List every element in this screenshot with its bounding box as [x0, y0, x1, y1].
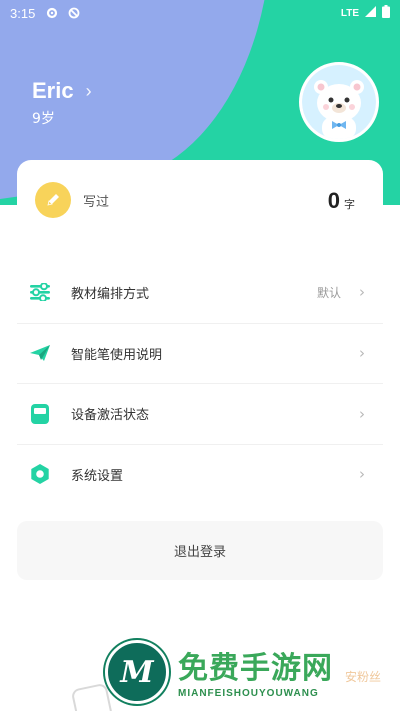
chevron-right-icon: ›: [359, 465, 365, 484]
chevron-right-icon: ›: [359, 344, 365, 363]
sync-icon: [67, 6, 81, 20]
sliders-icon: [29, 281, 51, 303]
status-bar: 3:15 LTE: [0, 0, 400, 26]
word-count-value: 0: [327, 188, 340, 213]
gear-icon: [29, 463, 51, 485]
watermark-logo-letter: M: [120, 654, 154, 690]
menu-item-pen-guide[interactable]: 智能笔使用说明 ›: [17, 322, 383, 384]
device-icon: [29, 403, 51, 425]
word-count: 0 字: [328, 188, 355, 214]
battery-icon: [382, 5, 390, 21]
chevron-right-icon: ›: [359, 283, 365, 302]
polar-bear-avatar-icon: [302, 65, 376, 139]
stats-label: 写过: [83, 194, 110, 210]
logout-button[interactable]: 退出登录: [17, 521, 383, 580]
word-count-unit: 字: [344, 198, 355, 211]
user-age: 9岁: [32, 111, 55, 127]
chevron-right-icon: ›: [359, 404, 365, 423]
chevron-right-icon: ›: [85, 80, 92, 101]
avatar[interactable]: [299, 62, 379, 142]
watermark-logo: M: [105, 640, 169, 704]
settings-icon: [45, 6, 59, 20]
menu-item-label: 系统设置: [71, 468, 124, 484]
user-name: Eric: [32, 78, 74, 103]
writing-stats-card: 写过 0 字: [17, 160, 383, 240]
menu-item-value: 默认: [316, 285, 341, 300]
menu-item-label: 教材编排方式: [71, 286, 150, 302]
network-type: LTE: [340, 7, 359, 19]
menu-item-textbook-order[interactable]: 教材编排方式 默认 ›: [17, 262, 383, 323]
watermark-extra: 安粉丝: [345, 670, 382, 684]
menu-item-label: 设备激活状态: [71, 408, 150, 424]
paper-plane-icon: [29, 342, 51, 364]
menu-item-system-settings[interactable]: 系统设置 ›: [17, 443, 383, 505]
settings-menu: 教材编排方式 默认 › 智能笔使用说明 › 设备激活状态 › 系统设置 ›: [17, 262, 383, 504]
pencil-icon: [35, 182, 71, 218]
menu-item-label: 智能笔使用说明: [71, 347, 163, 363]
signal-icon: [365, 6, 376, 20]
menu-item-device-activation[interactable]: 设备激活状态 ›: [17, 383, 383, 444]
watermark-subtitle: MIANFEISHOUYOUWANG: [178, 688, 319, 699]
status-time: 3:15: [10, 5, 36, 21]
watermark-decor-shape: [70, 682, 114, 711]
watermark-title: 免费手游网: [178, 651, 333, 686]
user-name-link[interactable]: Eric ›: [32, 78, 92, 104]
